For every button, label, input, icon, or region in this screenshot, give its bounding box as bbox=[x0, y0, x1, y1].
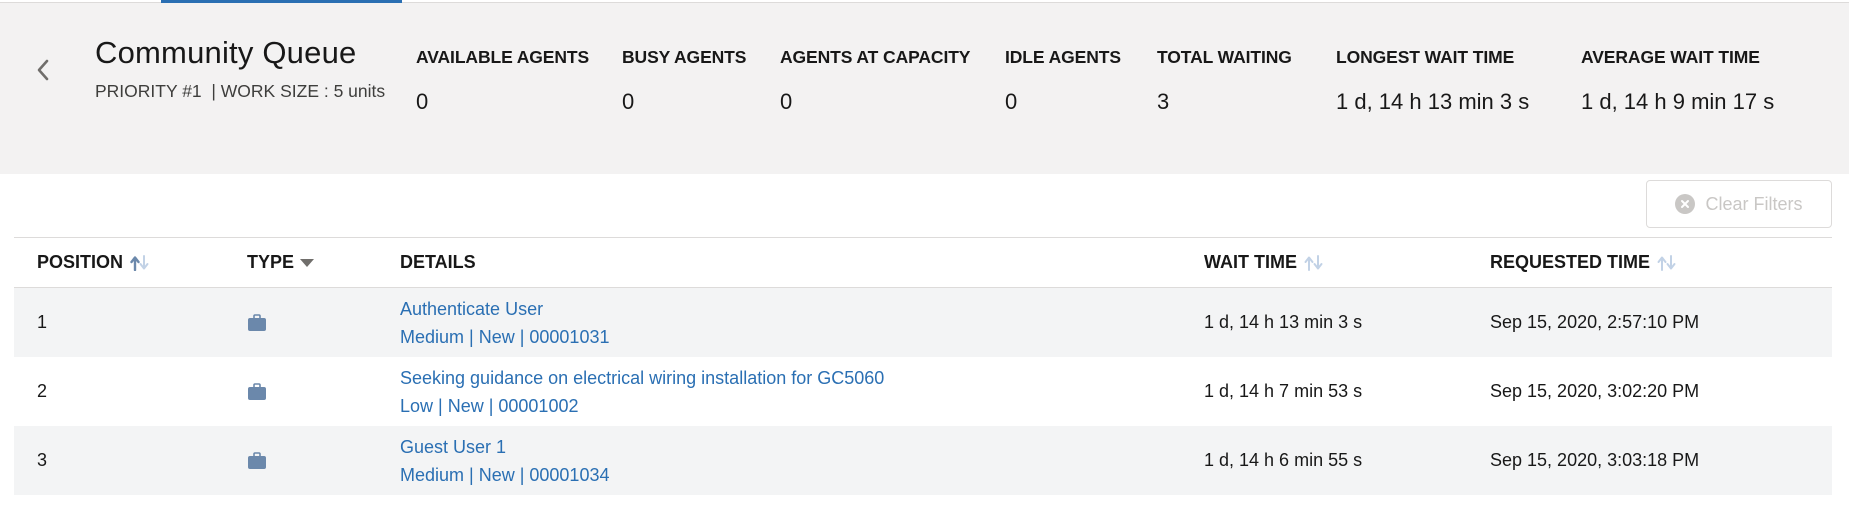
work-item-meta-link[interactable]: Low | New | 00001002 bbox=[400, 395, 578, 417]
details-cell: Guest User 1 Medium | New | 00001034 bbox=[400, 426, 609, 495]
back-button[interactable] bbox=[30, 53, 56, 87]
case-briefcase-icon bbox=[247, 357, 267, 426]
dropdown-triangle-icon[interactable] bbox=[300, 258, 315, 268]
wait-time-cell: 1 d, 14 h 7 min 53 s bbox=[1204, 381, 1363, 401]
stat-available-agents: AVAILABLE AGENTS 0 bbox=[416, 47, 589, 115]
stat-value: 1 d, 14 h 9 min 17 s bbox=[1581, 89, 1775, 114]
queue-table: POSITION TYPE DETAILS WAIT TIME REQUESTE… bbox=[14, 237, 1832, 495]
stat-value: 0 bbox=[416, 89, 429, 114]
stat-value: 1 d, 14 h 13 min 3 s bbox=[1336, 89, 1530, 114]
sort-arrows-icon bbox=[1656, 254, 1678, 271]
stat-longest-wait-time: LONGEST WAIT TIME 1 d, 14 h 13 min 3 s bbox=[1336, 47, 1529, 115]
position-cell: 3 bbox=[37, 450, 48, 470]
clear-filters-label: Clear Filters bbox=[1705, 193, 1803, 214]
queue-header: Community Queue PRIORITY #1 | WORK SIZE … bbox=[0, 3, 1849, 174]
clear-filters-button[interactable]: Clear Filters bbox=[1646, 180, 1832, 228]
column-label: REQUESTED TIME bbox=[1490, 252, 1651, 272]
stat-label: LONGEST WAIT TIME bbox=[1336, 47, 1515, 67]
column-label: POSITION bbox=[37, 252, 124, 272]
stat-total-waiting: TOTAL WAITING 3 bbox=[1157, 47, 1292, 115]
table-row: 2 Seeking guidance on electrical wiring … bbox=[14, 357, 1832, 426]
column-label: WAIT TIME bbox=[1204, 252, 1297, 272]
chevron-left-icon bbox=[37, 59, 49, 81]
details-cell: Authenticate User Medium | New | 0000103… bbox=[400, 288, 609, 357]
work-item-meta-link[interactable]: Medium | New | 00001031 bbox=[400, 326, 609, 348]
details-cell: Seeking guidance on electrical wiring in… bbox=[400, 357, 884, 426]
wait-time-cell: 1 d, 14 h 13 min 3 s bbox=[1204, 312, 1363, 332]
stat-label: AGENTS AT CAPACITY bbox=[780, 47, 971, 67]
wait-time-cell: 1 d, 14 h 6 min 55 s bbox=[1204, 450, 1363, 470]
case-briefcase-icon bbox=[247, 288, 267, 357]
clear-circle-icon bbox=[1675, 194, 1696, 214]
sort-arrows-icon bbox=[1303, 254, 1325, 271]
stat-busy-agents: BUSY AGENTS 0 bbox=[622, 47, 746, 115]
stat-value: 0 bbox=[1005, 89, 1018, 114]
stat-value: 3 bbox=[1157, 89, 1170, 114]
position-cell: 2 bbox=[37, 381, 48, 401]
stat-agents-at-capacity: AGENTS AT CAPACITY 0 bbox=[780, 47, 970, 115]
requested-time-cell: Sep 15, 2020, 2:57:10 PM bbox=[1490, 312, 1700, 332]
queue-title: Community Queue bbox=[95, 35, 357, 70]
table-header: POSITION TYPE DETAILS WAIT TIME REQUESTE… bbox=[14, 237, 1832, 288]
sort-arrows-icon bbox=[129, 254, 151, 271]
case-briefcase-icon bbox=[247, 426, 267, 495]
column-header-requested-time[interactable]: REQUESTED TIME bbox=[1490, 238, 1678, 287]
stat-value: 0 bbox=[780, 89, 793, 114]
work-item-title-link[interactable]: Seeking guidance on electrical wiring in… bbox=[400, 367, 884, 389]
stat-idle-agents: IDLE AGENTS 0 bbox=[1005, 47, 1121, 115]
work-item-title-link[interactable]: Guest User 1 bbox=[400, 436, 506, 458]
column-header-wait-time[interactable]: WAIT TIME bbox=[1204, 238, 1325, 287]
active-tab-indicator bbox=[161, 0, 402, 3]
stat-label: IDLE AGENTS bbox=[1005, 47, 1121, 67]
work-item-title-link[interactable]: Authenticate User bbox=[400, 298, 543, 320]
queue-subtitle: PRIORITY #1 | WORK SIZE : 5 units bbox=[95, 81, 386, 101]
stat-label: AVAILABLE AGENTS bbox=[416, 47, 590, 67]
table-row: 3 Guest User 1 Medium | New | 00001034 1… bbox=[14, 426, 1832, 495]
requested-time-cell: Sep 15, 2020, 3:02:20 PM bbox=[1490, 381, 1700, 401]
position-cell: 1 bbox=[37, 312, 48, 332]
requested-time-cell: Sep 15, 2020, 3:03:18 PM bbox=[1490, 450, 1700, 470]
work-item-meta-link[interactable]: Medium | New | 00001034 bbox=[400, 464, 609, 486]
column-header-details: DETAILS bbox=[400, 238, 476, 287]
column-label: DETAILS bbox=[400, 252, 476, 272]
stat-label: BUSY AGENTS bbox=[622, 47, 747, 67]
stat-label: AVERAGE WAIT TIME bbox=[1581, 47, 1760, 67]
stat-value: 0 bbox=[622, 89, 635, 114]
column-label: TYPE bbox=[247, 252, 295, 272]
column-header-type[interactable]: TYPE bbox=[247, 238, 315, 287]
stat-average-wait-time: AVERAGE WAIT TIME 1 d, 14 h 9 min 17 s bbox=[1581, 47, 1774, 115]
table-row: 1 Authenticate User Medium | New | 00001… bbox=[14, 288, 1832, 357]
column-header-position[interactable]: POSITION bbox=[37, 238, 151, 287]
stat-label: TOTAL WAITING bbox=[1157, 47, 1292, 67]
